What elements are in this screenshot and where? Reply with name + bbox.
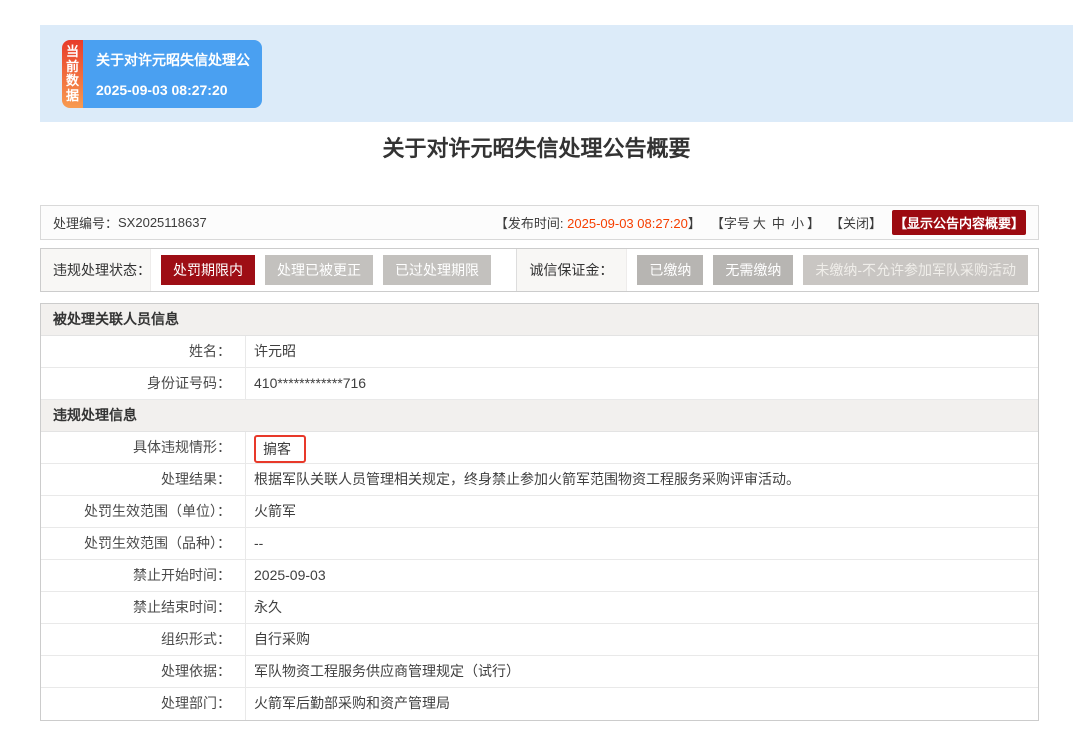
row-label: 处罚生效范围（单位）： (41, 496, 246, 527)
status-within-penalty-button[interactable]: 处罚期限内 (161, 255, 255, 285)
publish-time-value: 2025-09-03 08:27:20 (567, 216, 688, 231)
row-value: 许元昭 (246, 336, 1038, 367)
status-expired-button[interactable]: 已过处理期限 (383, 255, 491, 285)
status-bar: 违规处理状态： 处罚期限内 处理已被更正 已过处理期限 诚信保证金： 已缴纳 无… (40, 248, 1039, 292)
row-label: 身份证号码： (41, 368, 246, 399)
deposit-status-label: 诚信保证金： (517, 249, 627, 291)
announcement-preview-time: 2025-09-03 08:27:20 (96, 82, 250, 98)
row-label: 禁止结束时间： (41, 592, 246, 623)
row-label: 组织形式： (41, 624, 246, 655)
table-row-scope-category: 处罚生效范围（品种）： -- (41, 528, 1038, 560)
row-value: 火箭军后勤部采购和资产管理局 (246, 688, 1038, 720)
row-label: 具体违规情形： (41, 432, 246, 463)
doc-number: 处理编号：SX2025118637 (53, 213, 207, 232)
main-content: 处理编号：SX2025118637 【发布时间: 2025-09-03 08:2… (40, 205, 1039, 721)
row-value: -- (246, 528, 1038, 559)
current-data-tag: 当前数据 (62, 40, 83, 108)
section-header-person: 被处理关联人员信息 (41, 304, 1038, 336)
table-row-name: 姓名： 许元昭 (41, 336, 1038, 368)
font-size-control: 【字号大中小】 (711, 213, 820, 232)
row-label: 处罚生效范围（品种）： (41, 528, 246, 559)
row-label: 处理部门： (41, 688, 246, 720)
row-value: 军队物资工程服务供应商管理规定（试行） (246, 656, 1038, 687)
status-corrected-button[interactable]: 处理已被更正 (265, 255, 373, 285)
font-size-large[interactable]: 大 (753, 216, 766, 231)
table-row-ban-end: 禁止结束时间： 永久 (41, 592, 1038, 624)
table-row-organization-form: 组织形式： 自行采购 (41, 624, 1038, 656)
deposit-unpaid-button[interactable]: 未缴纳-不允许参加军队采购活动 (803, 255, 1028, 285)
row-label: 禁止开始时间： (41, 560, 246, 591)
table-row-scope-unit: 处罚生效范围（单位）： 火箭军 (41, 496, 1038, 528)
doc-number-label: 处理编号： (53, 216, 118, 231)
row-label: 处理结果： (41, 464, 246, 495)
page-title: 关于对许元昭失信处理公告概要 (0, 136, 1073, 162)
row-label: 处理依据： (41, 656, 246, 687)
announcement-preview: 关于对许元昭失信处理公 2025-09-03 08:27:20 (83, 40, 262, 108)
row-value: 自行采购 (246, 624, 1038, 655)
violation-status-buttons: 处罚期限内 处理已被更正 已过处理期限 (151, 249, 501, 291)
info-table: 被处理关联人员信息 姓名： 许元昭 身份证号码： 410************… (40, 303, 1039, 721)
row-value: 火箭军 (246, 496, 1038, 527)
close-button[interactable]: 【关闭】 (830, 213, 882, 232)
current-data-band: 当前数据 关于对许元昭失信处理公 2025-09-03 08:27:20 (40, 25, 1073, 122)
meta-bar: 处理编号：SX2025118637 【发布时间: 2025-09-03 08:2… (40, 205, 1039, 240)
violation-status-label: 违规处理状态： (41, 249, 151, 291)
row-label: 姓名： (41, 336, 246, 367)
deposit-status-buttons: 已缴纳 无需缴纳 未缴纳-不允许参加军队采购活动 (627, 249, 1038, 291)
font-size-small[interactable]: 小 (791, 216, 804, 231)
doc-number-value: SX2025118637 (118, 215, 207, 230)
violation-status-group: 违规处理状态： 处罚期限内 处理已被更正 已过处理期限 (41, 249, 516, 291)
row-value: 2025-09-03 (246, 560, 1038, 591)
announcement-preview-title: 关于对许元昭失信处理公 (96, 50, 250, 70)
violation-type-highlight-box: 掮客 (254, 435, 306, 463)
font-size-medium[interactable]: 中 (772, 216, 785, 231)
current-announcement-card[interactable]: 当前数据 关于对许元昭失信处理公 2025-09-03 08:27:20 (62, 40, 262, 108)
table-row-ban-start: 禁止开始时间： 2025-09-03 (41, 560, 1038, 592)
table-row-department: 处理部门： 火箭军后勤部采购和资产管理局 (41, 688, 1038, 720)
deposit-not-required-button[interactable]: 无需缴纳 (713, 255, 793, 285)
row-value: 掮客 (246, 432, 1038, 463)
section-header-violation: 违规处理信息 (41, 400, 1038, 432)
table-row-result: 处理结果： 根据军队关联人员管理相关规定，终身禁止参加火箭军范围物资工程服务采购… (41, 464, 1038, 496)
deposit-status-group: 诚信保证金： 已缴纳 无需缴纳 未缴纳-不允许参加军队采购活动 (516, 249, 1038, 291)
table-row-violation-type: 具体违规情形： 掮客 (41, 432, 1038, 464)
row-value: 410************716 (246, 368, 1038, 399)
table-row-basis: 处理依据： 军队物资工程服务供应商管理规定（试行） (41, 656, 1038, 688)
row-value: 根据军队关联人员管理相关规定，终身禁止参加火箭军范围物资工程服务采购评审活动。 (246, 464, 1038, 495)
publish-time: 【发布时间: 2025-09-03 08:27:20】 (495, 213, 701, 232)
meta-actions: 【发布时间: 2025-09-03 08:27:20】 【字号大中小】 【关闭】… (485, 210, 1026, 235)
row-value: 永久 (246, 592, 1038, 623)
table-row-id-number: 身份证号码： 410************716 (41, 368, 1038, 400)
deposit-paid-button[interactable]: 已缴纳 (637, 255, 703, 285)
show-summary-button[interactable]: 【显示公告内容概要】 (892, 210, 1026, 235)
